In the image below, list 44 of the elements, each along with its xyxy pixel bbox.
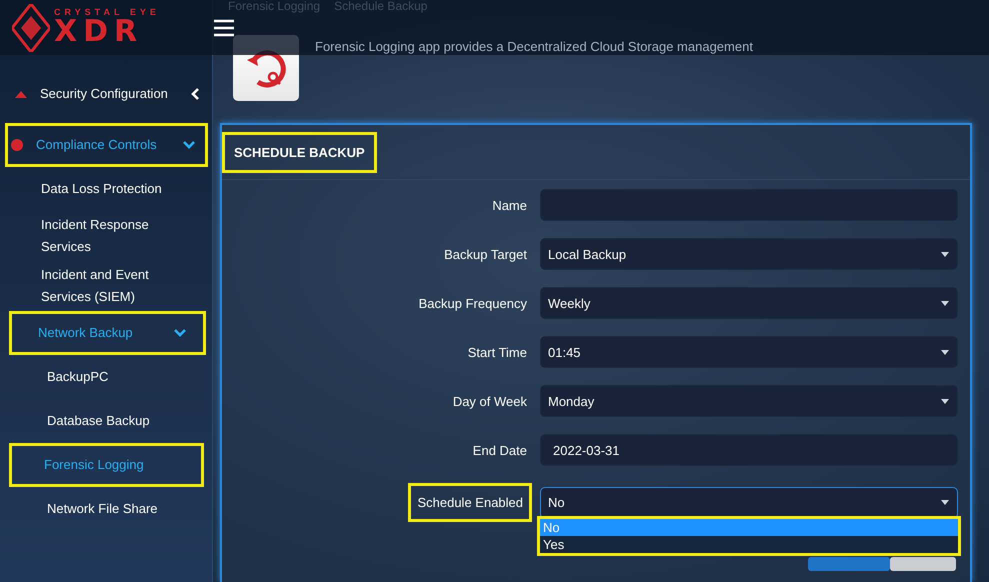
caret-icon — [941, 252, 949, 256]
chevron-left-icon — [191, 88, 199, 100]
menu-button[interactable] — [214, 18, 234, 36]
field-label: Day of Week — [452, 392, 528, 411]
sidebar-item[interactable]: BackupPC — [0, 355, 212, 399]
sidebar-item[interactable]: Network File Share — [0, 487, 212, 531]
logo-wordmark: XDR — [54, 17, 144, 47]
sidebar-item[interactable]: Database Backup — [0, 399, 212, 443]
chevron-down-icon — [183, 141, 195, 149]
select-field[interactable]: Monday — [540, 385, 958, 417]
select-field[interactable]: 01:45 — [540, 336, 958, 368]
caret-icon — [941, 350, 949, 354]
input-field[interactable] — [540, 189, 958, 221]
field-label: Start Time — [466, 344, 528, 362]
sidebar-item[interactable]: Security Configuration — [0, 72, 212, 116]
caret-icon — [941, 300, 949, 306]
field-label: End Date — [472, 442, 528, 460]
field-label: Backup Target — [443, 246, 528, 264]
dropdown-option[interactable]: Yes — [540, 536, 958, 552]
cancel-button[interactable] — [890, 557, 956, 571]
chevron-down-icon — [174, 329, 186, 337]
sidebar-item[interactable]: Data Loss Protection — [0, 167, 212, 211]
date-field[interactable]: 2022-03-31 — [540, 434, 958, 466]
field-label: Name — [491, 196, 528, 214]
save-button[interactable] — [808, 557, 890, 571]
sidebar-item[interactable]: Compliance Controls — [5, 123, 208, 167]
triangle-icon — [15, 90, 27, 98]
sidebar-item[interactable]: Incident Response Services — [0, 211, 212, 261]
caret-icon — [941, 398, 949, 404]
logo-tagline: CRYSTAL EYE — [54, 8, 160, 17]
caret-icon — [941, 500, 949, 505]
menu-icon — [214, 18, 234, 36]
panel-title: SCHEDULE BACKUP — [222, 132, 377, 172]
select-field[interactable]: No — [540, 486, 958, 518]
field-label: Backup Frequency — [418, 294, 528, 313]
circle-icon — [11, 139, 23, 151]
sidebar-item[interactable]: Forensic Logging — [9, 443, 204, 487]
select-field[interactable]: Weekly — [540, 287, 958, 319]
sidebar-item[interactable]: Incident and Event Services (SIEM) — [0, 261, 212, 311]
app-description: Forensic Logging app provides a Decentralized Cloud Storage management — [315, 39, 753, 55]
sidebar-item[interactable]: Network Backup — [9, 311, 206, 355]
select-field[interactable]: Local Backup — [540, 238, 958, 270]
logo-icon — [12, 4, 50, 52]
field-label: Schedule Enabled — [408, 483, 532, 522]
